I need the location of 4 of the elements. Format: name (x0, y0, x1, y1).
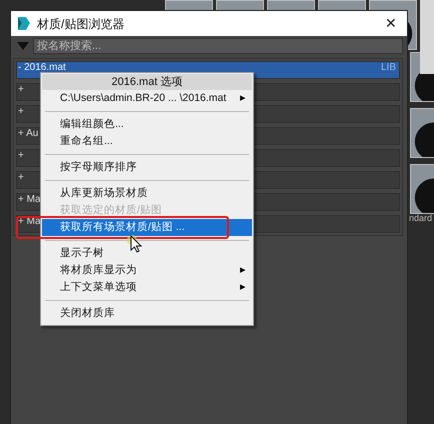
menu-header: 2016.mat 选项 (42, 74, 252, 90)
material-type-label: ndard (409, 212, 432, 224)
library-tag: LIB (380, 62, 396, 74)
window-title: 材质/贴图浏览器 (37, 16, 124, 32)
